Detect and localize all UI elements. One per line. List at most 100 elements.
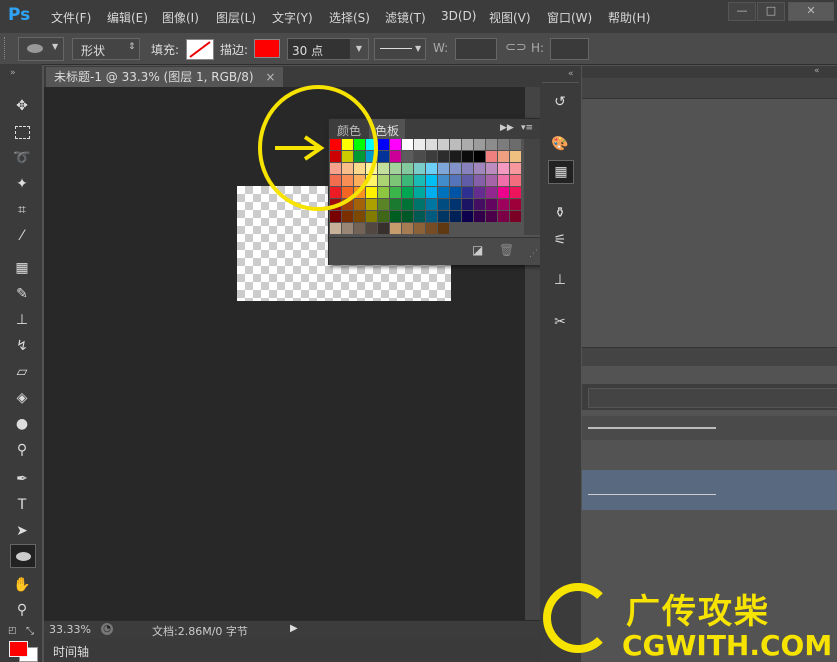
tool-presets-icon[interactable]: ✂ (548, 311, 572, 333)
lasso-tool-icon[interactable]: ➰ (10, 147, 34, 169)
info-icon[interactable]: ◔ (101, 623, 113, 635)
swatch[interactable] (510, 163, 521, 174)
swatch[interactable] (510, 151, 521, 162)
swatch[interactable] (462, 187, 473, 198)
move-tool-icon[interactable]: ✥ (10, 95, 34, 117)
menu-type[interactable]: 文字(Y) (272, 9, 313, 26)
brush-presets-icon[interactable]: ⚟ (548, 229, 572, 251)
swatch[interactable] (498, 199, 509, 210)
swatch[interactable] (474, 151, 485, 162)
default-colors-icon[interactable]: ◰ (8, 626, 17, 636)
clone-source-icon[interactable]: ⊥ (548, 269, 572, 291)
swatch[interactable] (414, 199, 425, 210)
swatch[interactable] (450, 175, 461, 186)
swatch[interactable] (498, 151, 509, 162)
layer-row[interactable] (582, 416, 837, 440)
swatch[interactable] (414, 175, 425, 186)
shape-mode-select[interactable]: 形状 ⇕ (72, 38, 140, 60)
swatch[interactable] (438, 139, 449, 150)
history-icon[interactable]: ↺ (548, 91, 572, 113)
collapse-panel-icon[interactable]: ▶▶ (500, 123, 514, 133)
swatch[interactable] (498, 175, 509, 186)
trash-icon[interactable]: 🗑 (499, 243, 514, 257)
swatch[interactable] (366, 223, 377, 234)
swatch[interactable] (486, 163, 497, 174)
height-field[interactable] (550, 38, 589, 60)
swatch[interactable] (390, 187, 401, 198)
swatch[interactable] (462, 139, 473, 150)
eyedropper-icon[interactable]: ⁄ (10, 225, 34, 247)
swatch[interactable] (354, 223, 365, 234)
eraser-icon[interactable]: ▱ (10, 361, 34, 383)
swatch[interactable] (462, 199, 473, 210)
marquee-tool-icon[interactable] (10, 121, 34, 143)
zoom-tool-icon[interactable]: ⚲ (10, 599, 34, 621)
width-field[interactable] (455, 38, 497, 60)
menu-edit[interactable]: 编辑(E) (107, 9, 148, 26)
swatch[interactable] (378, 223, 389, 234)
tool-preset-picker[interactable]: ▼ (18, 37, 64, 61)
swatch[interactable] (510, 139, 521, 150)
swatch[interactable] (462, 163, 473, 174)
swatch[interactable] (462, 211, 473, 222)
swatch[interactable] (474, 163, 485, 174)
swatch[interactable] (474, 187, 485, 198)
swatch[interactable] (402, 175, 413, 186)
menu-3d[interactable]: 3D(D) (441, 9, 476, 23)
swatch[interactable] (390, 199, 401, 210)
close-button[interactable]: ✕ (788, 2, 834, 21)
menu-image[interactable]: 图像(I) (162, 9, 199, 26)
menu-file[interactable]: 文件(F) (51, 9, 91, 26)
swatch[interactable] (510, 199, 521, 210)
swatch[interactable] (390, 139, 401, 150)
swatch[interactable] (402, 211, 413, 222)
swatch[interactable] (510, 211, 521, 222)
document-tab[interactable]: 未标题-1 @ 33.3% (图层 1, RGB/8) × (46, 67, 284, 87)
swatch[interactable] (426, 187, 437, 198)
swatch[interactable] (462, 175, 473, 186)
swatch[interactable] (438, 211, 449, 222)
timeline-tab[interactable]: 时间轴 (53, 643, 89, 660)
paint-bucket-icon[interactable]: ◈ (10, 387, 34, 409)
swatch[interactable] (414, 223, 425, 234)
swatch[interactable] (390, 175, 401, 186)
swatch[interactable] (486, 199, 497, 210)
status-menu-arrow-icon[interactable]: ▶ (290, 623, 298, 634)
swatch[interactable] (414, 211, 425, 222)
swatch[interactable] (450, 187, 461, 198)
magic-wand-icon[interactable]: ✦ (10, 173, 34, 195)
swatch[interactable] (450, 139, 461, 150)
swatch[interactable] (474, 175, 485, 186)
swatch[interactable] (498, 211, 509, 222)
swatch[interactable] (402, 151, 413, 162)
swatch[interactable] (438, 223, 449, 234)
swatch[interactable] (438, 163, 449, 174)
blur-tool-icon[interactable]: ● (10, 413, 34, 435)
menu-filter[interactable]: 滤镜(T) (385, 9, 426, 26)
brush-icon[interactable]: ⚱ (548, 202, 572, 224)
foreground-color-swatch[interactable] (9, 641, 28, 657)
history-brush-icon[interactable]: ↯ (10, 335, 34, 357)
swatch[interactable] (402, 199, 413, 210)
swatch[interactable] (402, 187, 413, 198)
swatch[interactable] (426, 163, 437, 174)
restore-button[interactable]: □ (757, 2, 785, 21)
swatches-icon[interactable]: ▦ (548, 160, 574, 184)
swatch[interactable] (498, 187, 509, 198)
color-icon[interactable]: 🎨 (548, 133, 572, 155)
swatch[interactable] (486, 139, 497, 150)
swatch[interactable] (450, 163, 461, 174)
swatch[interactable] (426, 199, 437, 210)
swatch[interactable] (486, 211, 497, 222)
zoom-level[interactable]: 33.33% (49, 623, 91, 636)
swatch[interactable] (414, 139, 425, 150)
swatch[interactable] (402, 163, 413, 174)
swatch[interactable] (510, 175, 521, 186)
swatches-scrollbar[interactable] (524, 139, 541, 235)
new-swatch-icon[interactable]: ◪ (472, 243, 483, 257)
swatch[interactable] (486, 187, 497, 198)
menu-help[interactable]: 帮助(H) (608, 9, 650, 26)
swatch[interactable] (414, 151, 425, 162)
swatch[interactable] (450, 211, 461, 222)
stroke-swatch[interactable] (254, 39, 280, 58)
